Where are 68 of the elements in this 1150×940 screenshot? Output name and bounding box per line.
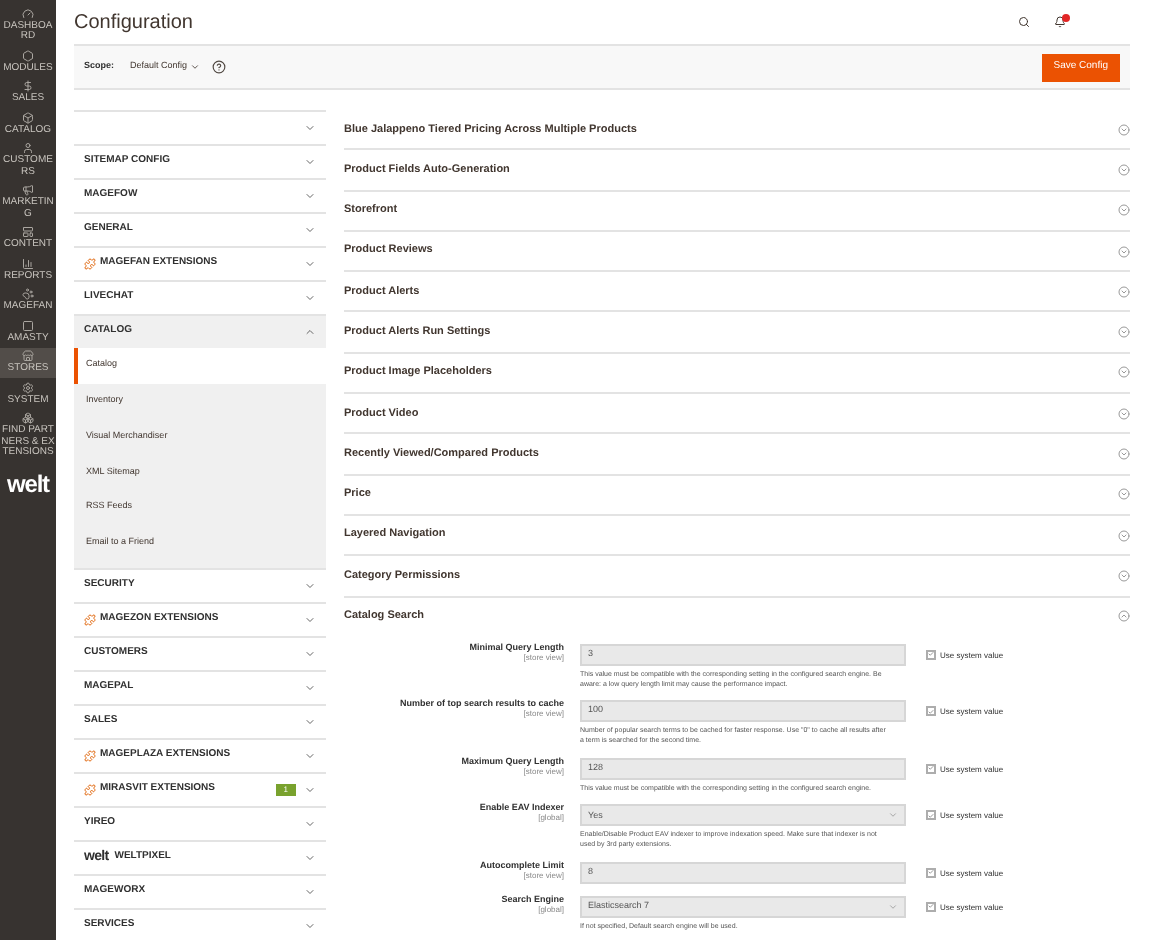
check-icon bbox=[928, 811, 934, 820]
chevron-down-icon bbox=[304, 886, 316, 899]
expand-icon bbox=[1118, 448, 1130, 461]
collapse-icon bbox=[1118, 610, 1130, 623]
expand-icon bbox=[1118, 488, 1130, 501]
expand-icon bbox=[1118, 204, 1130, 217]
chevron-down-icon bbox=[304, 580, 316, 593]
expand-icon bbox=[1118, 569, 1130, 582]
expand-icon bbox=[1118, 123, 1130, 136]
chevron-down-icon bbox=[304, 852, 316, 865]
chevron-down-icon bbox=[304, 682, 316, 695]
checkbox[interactable] bbox=[926, 649, 936, 660]
chevron-down-icon bbox=[304, 292, 316, 304]
help-icon[interactable] bbox=[211, 60, 226, 74]
nav-icon bbox=[22, 49, 34, 61]
chevron-down-icon bbox=[304, 156, 316, 168]
nav-icon bbox=[22, 226, 34, 238]
expand-icon bbox=[1118, 326, 1130, 339]
chevron-down-icon bbox=[304, 920, 316, 933]
nav-icon bbox=[22, 111, 34, 123]
caret-icon bbox=[888, 810, 898, 821]
puzzle-icon bbox=[84, 258, 96, 270]
nav-icon bbox=[22, 80, 34, 92]
check-icon bbox=[928, 764, 934, 773]
checkbox[interactable] bbox=[926, 763, 936, 774]
nav-icon bbox=[22, 381, 34, 393]
chevron-down-icon bbox=[304, 716, 316, 729]
nav-icon bbox=[22, 7, 34, 19]
chevron-down-icon bbox=[304, 122, 316, 134]
chevron-down-icon bbox=[304, 258, 316, 270]
nav-icon bbox=[22, 350, 34, 362]
chevron-down-icon bbox=[304, 224, 316, 236]
puzzle-icon bbox=[84, 784, 96, 797]
check-icon bbox=[928, 707, 934, 716]
nav-icon bbox=[22, 257, 34, 269]
check-icon bbox=[928, 868, 934, 877]
expand-icon bbox=[1118, 366, 1130, 379]
nav-icon bbox=[22, 412, 34, 424]
check-icon bbox=[928, 650, 934, 659]
expand-icon bbox=[1118, 529, 1130, 542]
nav-icon bbox=[22, 142, 34, 154]
checkbox[interactable] bbox=[926, 867, 936, 878]
page-title: Configuration bbox=[74, 9, 193, 37]
search-icon[interactable] bbox=[1018, 16, 1030, 28]
expand-icon bbox=[1118, 163, 1130, 176]
puzzle-icon bbox=[84, 750, 96, 763]
welt-logo: welt bbox=[7, 468, 49, 502]
chevron-down-icon bbox=[304, 648, 316, 661]
notification-icon[interactable] bbox=[1054, 16, 1066, 28]
chevron-down-icon bbox=[304, 614, 316, 627]
puzzle-icon bbox=[84, 614, 96, 627]
chevron-down-icon bbox=[304, 190, 316, 202]
chevron-down-icon bbox=[304, 750, 316, 763]
chevron-down-icon bbox=[304, 818, 316, 831]
checkbox[interactable] bbox=[926, 901, 936, 912]
check-icon bbox=[928, 902, 934, 911]
expand-icon bbox=[1118, 245, 1130, 258]
chevron-up-icon bbox=[304, 326, 316, 338]
caret-icon bbox=[189, 62, 200, 72]
caret-icon bbox=[888, 901, 898, 912]
expand-icon bbox=[1118, 407, 1130, 420]
expand-icon bbox=[1118, 285, 1130, 298]
checkbox[interactable] bbox=[926, 706, 936, 717]
nav-icon bbox=[22, 288, 34, 300]
checkbox[interactable] bbox=[926, 810, 936, 821]
chevron-down-icon bbox=[304, 784, 316, 797]
nav-icon bbox=[22, 184, 34, 196]
nav-icon bbox=[22, 319, 34, 331]
